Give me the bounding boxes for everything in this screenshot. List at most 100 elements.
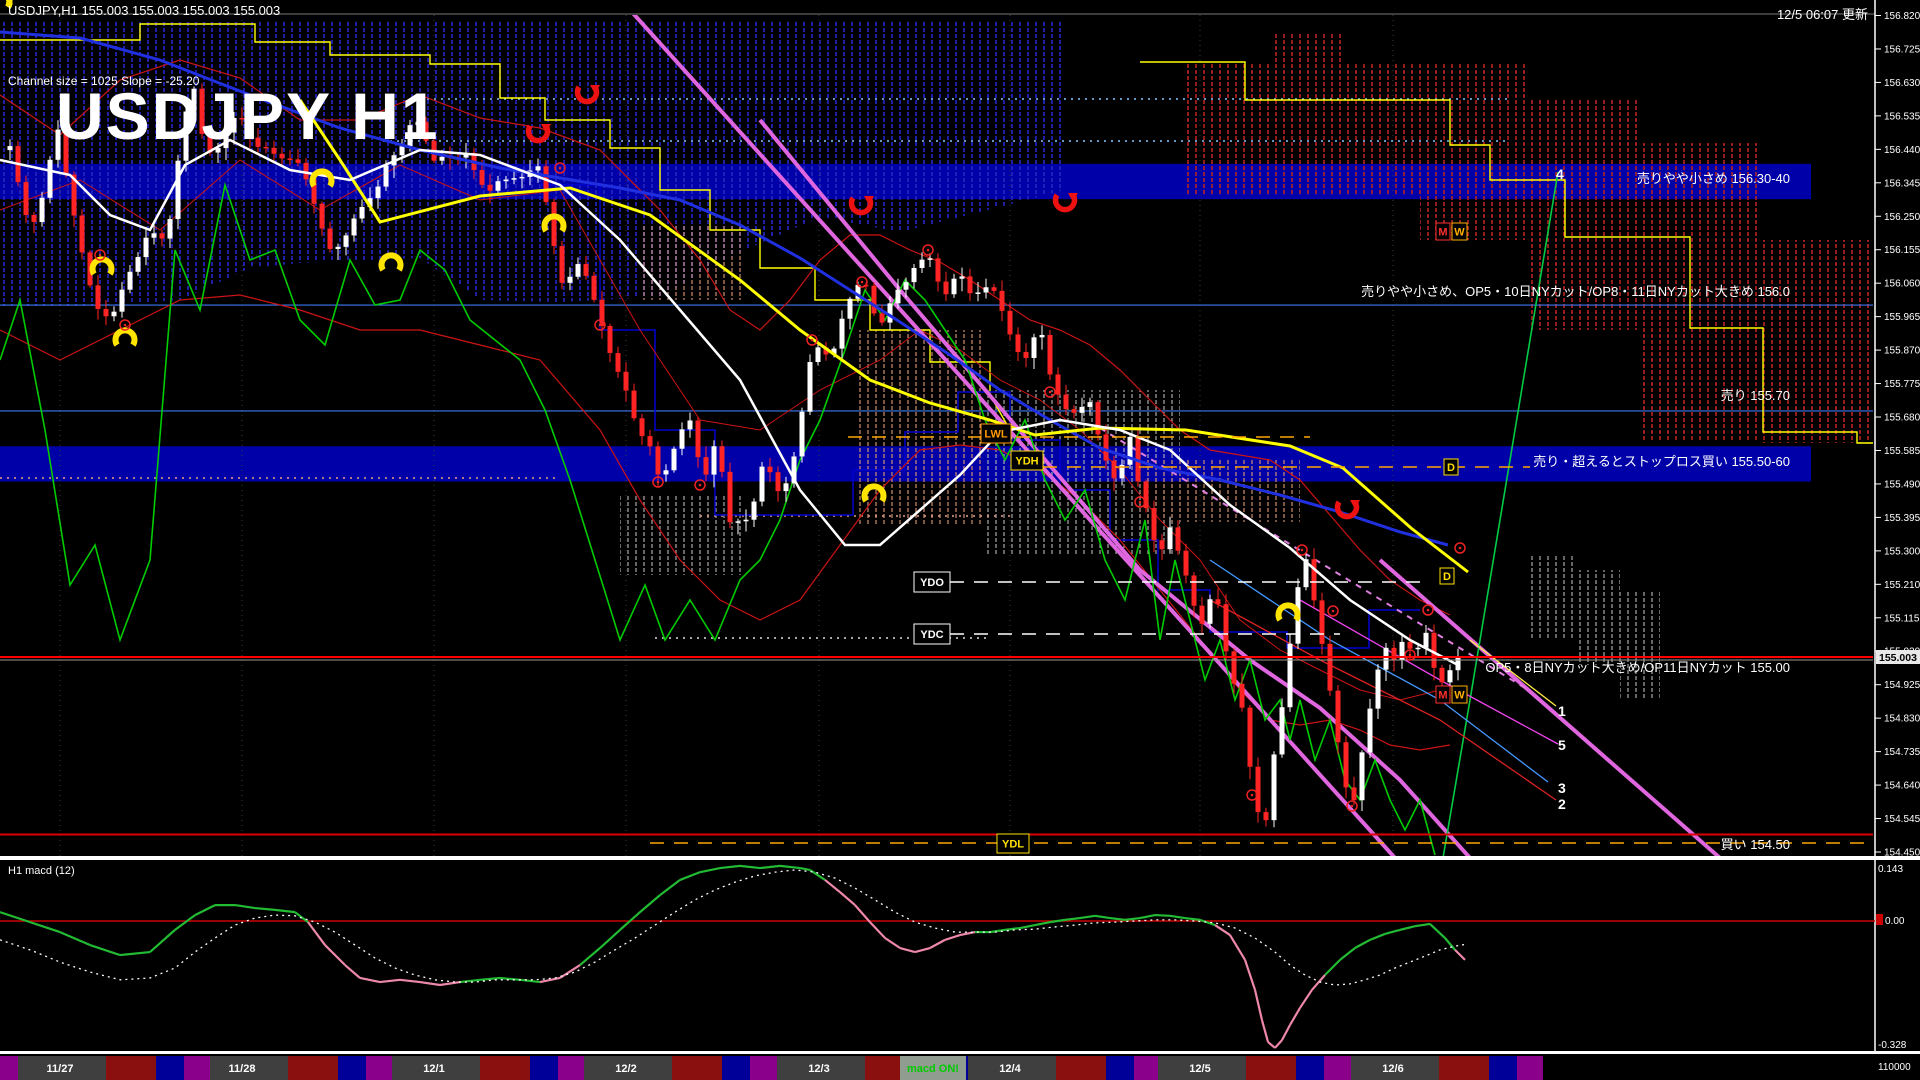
- tag-box-d: D: [1440, 568, 1454, 584]
- macd-min-label: -0.328: [1878, 1040, 1907, 1051]
- strip-block: [1106, 1056, 1134, 1080]
- strip-block: [1489, 1056, 1517, 1080]
- price-axis-label: 156.630: [1884, 78, 1920, 89]
- white-cloud-hatch: [1575, 570, 1620, 665]
- line-number-label: 5: [1558, 737, 1566, 753]
- svg-text:YDC: YDC: [920, 629, 943, 641]
- strip-block: [1246, 1056, 1296, 1080]
- red-dot: [1251, 794, 1254, 797]
- jp-annotation: OP5・8日NYカット大きめ/OP11日NYカット 155.00: [1485, 660, 1790, 675]
- svg-text:YDO: YDO: [920, 577, 944, 589]
- salmon-cloud-hatch: [855, 330, 985, 525]
- svg-text:YDH: YDH: [1015, 456, 1038, 468]
- price-axis-label: 156.535: [1884, 111, 1920, 122]
- red-dot: [1332, 610, 1335, 613]
- tag-box-ydo: YDO: [914, 572, 950, 592]
- price-axis-label: 156.060: [1884, 279, 1920, 290]
- price-axis-label: 156.440: [1884, 145, 1920, 156]
- macd-line-segment: [1155, 915, 1170, 916]
- strip-block: [1439, 1056, 1489, 1080]
- strip-block: [1296, 1056, 1324, 1080]
- red-dot: [699, 484, 702, 487]
- price-axis-label: 155.490: [1884, 479, 1920, 490]
- tag-box-m: M: [1436, 223, 1450, 240]
- tag-box-ydc: YDC: [914, 624, 950, 644]
- macd-indicator-label: H1 macd (12): [8, 865, 75, 877]
- symbol-watermark: USDJPY H1: [56, 78, 440, 154]
- red-dot: [811, 339, 814, 342]
- strip-block: [1324, 1056, 1351, 1080]
- red-dot: [861, 281, 864, 284]
- tag-box-ydl: YDL: [997, 834, 1029, 853]
- trading-chart-window: YDOYDCLWLYDHYDLMWDDMW41532売りやや小さめ 156.30…: [0, 0, 1920, 1080]
- date-label[interactable]: 12/4: [999, 1063, 1021, 1075]
- salmon-cloud-hatch: [640, 225, 745, 300]
- jp-annotation: 買い 154.50: [1721, 837, 1790, 852]
- jp-annotation: 売りやや小さめ、OP5・10日NYカット/OP8・11日NYカット大きめ 156…: [1361, 284, 1790, 299]
- macd-zero-label: 0.00: [1885, 916, 1905, 927]
- svg-text:M: M: [1438, 690, 1447, 702]
- price-axis-label: 154.830: [1884, 714, 1920, 725]
- red-dot: [599, 324, 602, 327]
- strip-block: [156, 1056, 184, 1080]
- price-axis-label: 156.345: [1884, 178, 1920, 189]
- price-axis-label: 154.925: [1884, 680, 1920, 691]
- red-cloud-hatch: [1183, 62, 1420, 195]
- red-dot: [1049, 391, 1052, 394]
- price-axis-label: 155.115: [1884, 613, 1920, 624]
- line-number-label: 4: [1556, 166, 1564, 182]
- price-axis-label: 155.300: [1884, 546, 1920, 557]
- strip-block: [480, 1056, 530, 1080]
- strip-block: [184, 1056, 210, 1080]
- strip-block: [338, 1056, 366, 1080]
- panel-separator[interactable]: [0, 1051, 1920, 1054]
- red-dot: [1139, 501, 1142, 504]
- svg-text:D: D: [1443, 571, 1451, 583]
- red-dot: [124, 324, 127, 327]
- macd-max-label: 0.143: [1878, 864, 1903, 875]
- strip-block: [966, 1056, 968, 1080]
- date-label[interactable]: 12/3: [808, 1063, 829, 1075]
- strip-block: [558, 1056, 584, 1080]
- price-axis-label: 155.965: [1884, 312, 1920, 323]
- svg-text:W: W: [1454, 690, 1465, 702]
- date-label[interactable]: 11/28: [229, 1063, 256, 1075]
- line-number-label: 3: [1558, 780, 1566, 796]
- panel-separator[interactable]: [0, 856, 1920, 860]
- date-strip: macd ON! 11/27 11/28 12/1 12/2 12/3 12/4 12/5 12…: [0, 1056, 1543, 1080]
- price-axis-label: 156.725: [1884, 44, 1920, 55]
- chart-canvas: YDOYDCLWLYDHYDLMWDDMW41532売りやや小さめ 156.30…: [0, 0, 1920, 1080]
- date-label[interactable]: 12/5: [1189, 1063, 1210, 1075]
- white-cloud-hatch: [1530, 555, 1575, 640]
- svg-text:YDL: YDL: [1002, 839, 1024, 851]
- date-label[interactable]: 12/2: [615, 1063, 636, 1075]
- jp-annotation: 売り・超えるとストップロス買い 155.50-60: [1533, 454, 1790, 469]
- strip-block: [530, 1056, 558, 1080]
- date-label[interactable]: 11/27: [47, 1063, 74, 1075]
- price-axis-label: 155.210: [1884, 580, 1920, 591]
- macd-on-label: macd ON!: [907, 1063, 959, 1075]
- tag-box-w: W: [1452, 223, 1467, 240]
- strip-block: [672, 1056, 722, 1080]
- red-dot: [1301, 549, 1304, 552]
- red-dot: [1409, 654, 1412, 657]
- red-dot: [927, 249, 930, 252]
- strip-block: [1056, 1056, 1106, 1080]
- current-price-value: 155.003: [1879, 652, 1917, 664]
- price-axis-label: 154.640: [1884, 781, 1920, 792]
- price-axis-label: 155.395: [1884, 513, 1920, 524]
- price-axis-label: 155.775: [1884, 379, 1920, 390]
- svg-text:LWL: LWL: [984, 429, 1007, 441]
- price-axis-label: 155.585: [1884, 446, 1920, 457]
- line-number-label: 2: [1558, 796, 1566, 812]
- tag-box-w: W: [1452, 686, 1467, 703]
- tag-box-ydh: YDH: [1011, 451, 1043, 470]
- tag-box-m: M: [1436, 686, 1450, 703]
- red-cloud-hatch: [1270, 32, 1345, 62]
- svg-text:W: W: [1454, 227, 1465, 239]
- red-dot: [1459, 547, 1462, 550]
- date-label[interactable]: 12/1: [423, 1063, 444, 1075]
- svg-text:D: D: [1447, 462, 1455, 474]
- date-label[interactable]: 12/6: [1382, 1063, 1403, 1075]
- tag-box-d: D: [1444, 459, 1458, 475]
